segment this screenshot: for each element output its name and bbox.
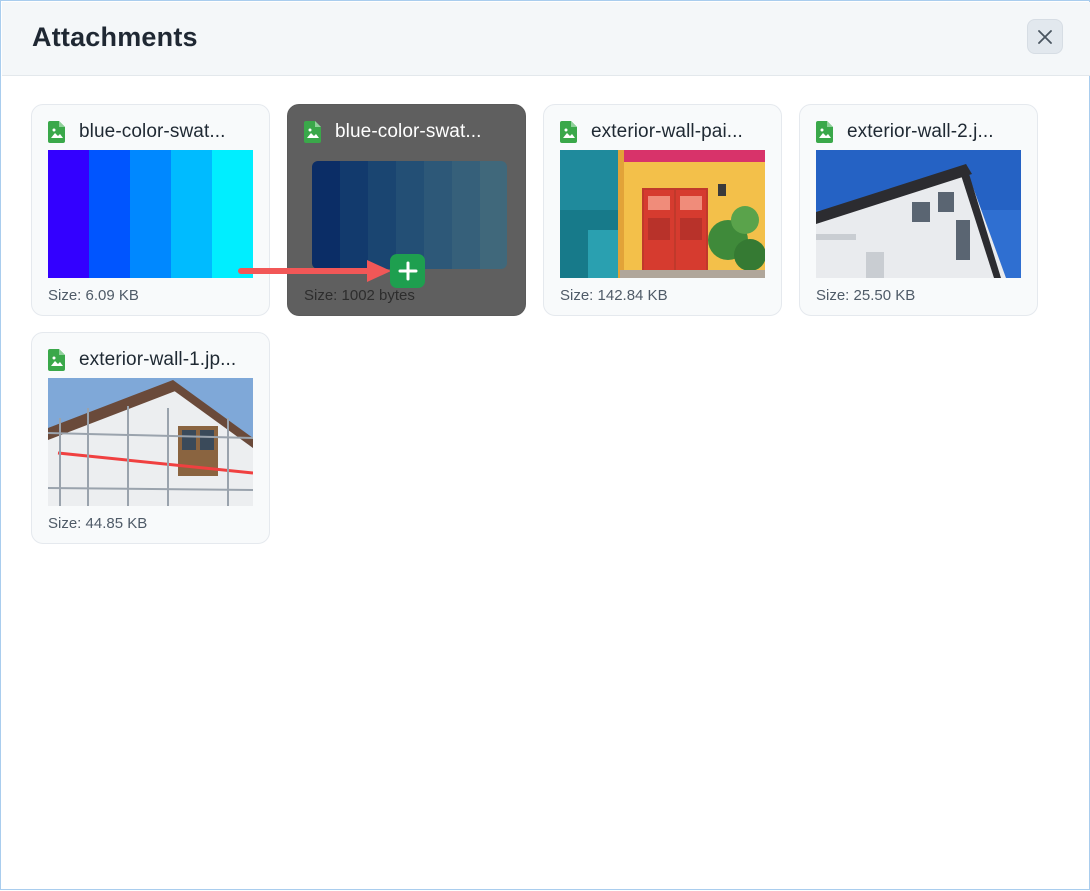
dialog-header: Attachments bbox=[2, 2, 1090, 76]
attachment-size: Size: 142.84 KB bbox=[560, 287, 668, 304]
attachment-card[interactable]: exterior-wall-2.j... Size: 25.50 KB bbox=[799, 104, 1038, 316]
attachment-name: exterior-wall-1.jp... bbox=[79, 349, 237, 370]
attachment-size: Size: 1002 bytes bbox=[304, 287, 415, 304]
attachment-name: exterior-wall-2.j... bbox=[847, 121, 994, 142]
image-file-icon bbox=[48, 349, 65, 371]
add-drop-badge bbox=[390, 254, 425, 288]
attachment-thumbnail bbox=[816, 150, 1021, 278]
attachment-size: Size: 25.50 KB bbox=[816, 287, 916, 304]
attachments-dialog: Attachments blue-color-swat... Size: 6.0… bbox=[0, 0, 1090, 890]
plus-icon bbox=[398, 261, 417, 281]
attachment-thumbnail bbox=[312, 161, 507, 269]
attachment-name: blue-color-swat... bbox=[335, 121, 482, 142]
image-file-icon bbox=[304, 121, 321, 143]
attachment-size: Size: 44.85 KB bbox=[48, 515, 148, 532]
image-file-icon bbox=[816, 121, 833, 143]
attachment-size: Size: 6.09 KB bbox=[48, 287, 139, 304]
attachment-card[interactable]: blue-color-swat... Size: 6.09 KB bbox=[31, 104, 270, 316]
attachment-thumbnail bbox=[560, 150, 765, 278]
attachment-thumbnail bbox=[48, 378, 253, 506]
close-button[interactable] bbox=[1027, 19, 1063, 54]
attachment-name: exterior-wall-pai... bbox=[591, 121, 743, 142]
image-file-icon bbox=[48, 121, 65, 143]
close-icon bbox=[1038, 29, 1052, 44]
attachment-name: blue-color-swat... bbox=[79, 121, 226, 142]
attachment-card[interactable]: exterior-wall-pai... Size: 142.84 KB bbox=[543, 104, 782, 316]
dialog-title: Attachments bbox=[32, 22, 198, 52]
attachment-thumbnail bbox=[48, 150, 253, 278]
image-file-icon bbox=[560, 121, 577, 143]
attachment-card[interactable]: exterior-wall-1.jp... Size: 44.85 KB bbox=[31, 332, 270, 544]
